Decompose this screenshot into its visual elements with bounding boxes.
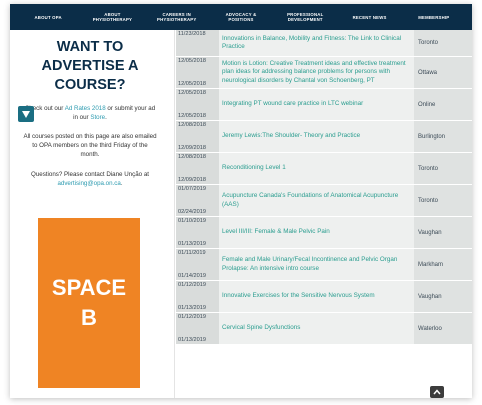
course-dates: 01/12/2019 01/13/2019: [176, 313, 219, 344]
course-dates: 12/08/2018 12/09/2018: [176, 153, 219, 184]
nav-item[interactable]: ABOUT PHYSIOTHERAPY: [86, 12, 138, 22]
course-title-link[interactable]: Motion is Lotion: Creative Treatment ide…: [219, 57, 414, 88]
contact-text-pre: Questions? Please contact Diane Unção at: [31, 171, 149, 178]
course-location: Vaughan: [414, 217, 472, 248]
course-title-link[interactable]: Integrating PT wound care practice in LT…: [219, 89, 414, 120]
contact-text: Questions? Please contact Diane Unção at…: [22, 170, 158, 188]
course-start-date: 12/08/2018: [178, 154, 206, 160]
nav-item[interactable]: ABOUT OPA: [22, 15, 74, 20]
course-row: 12/08/2018 12/09/2018 Jeremy Lewis:The Sho…: [176, 121, 472, 153]
rates-text-post: .: [105, 114, 107, 121]
contact-email-link[interactable]: advertising@opa.on.ca: [57, 180, 120, 187]
chevron-up-icon[interactable]: [430, 386, 444, 398]
course-start-date: 01/10/2019: [178, 218, 206, 224]
course-end-date: 01/13/2019: [178, 305, 206, 311]
nav-item[interactable]: CAREERS IN PHYSIOTHERAPY: [151, 12, 203, 22]
course-title-link[interactable]: Female and Male Urinary/Fecal Incontinen…: [219, 249, 414, 280]
course-dates: 12/05/2018 12/05/2018: [176, 89, 219, 120]
course-dates: 12/05/2018 12/05/2018: [176, 57, 219, 88]
course-start-date: 01/12/2019: [178, 314, 206, 320]
course-dates: 11/23/2018: [176, 30, 219, 56]
course-end-date: 02/24/2019: [178, 209, 206, 215]
store-link[interactable]: Store: [90, 114, 105, 121]
top-navigation: ABOUT OPA ABOUT PHYSIOTHERAPY CAREERS IN P…: [10, 4, 472, 30]
course-start-date: 12/05/2018: [178, 90, 206, 96]
email-note: All courses posted on this page are also…: [23, 133, 157, 158]
course-title-link[interactable]: Innovative Exercises for the Sensitive N…: [219, 281, 414, 312]
course-row: 11/23/2018 Innovations in Balance, Mobili…: [176, 30, 472, 57]
course-location: Ottawa: [414, 57, 472, 88]
course-row: 01/11/2019 01/14/2019 Female and Male Urin…: [176, 249, 472, 281]
ad-line-2: B: [81, 305, 97, 330]
course-dates: 12/08/2018 12/09/2018: [176, 121, 219, 152]
course-title-link[interactable]: Reconditioning Level 1: [219, 153, 414, 184]
course-location: Markham: [414, 249, 472, 280]
course-location: Waterloo: [414, 313, 472, 344]
ad-rates-link[interactable]: Ad Rates 2018: [65, 105, 106, 112]
course-location: Toronto: [414, 30, 472, 56]
course-row: 12/08/2018 12/09/2018 Reconditioning Level…: [176, 153, 472, 185]
course-location: Online: [414, 89, 472, 120]
course-dates: 01/07/2019 02/24/2019: [176, 185, 219, 216]
course-row: 01/10/2019 01/13/2019 Level III/III: Femal…: [176, 217, 472, 249]
course-location: Toronto: [414, 153, 472, 184]
nav-item[interactable]: ADVOCACY & POSITIONS: [215, 12, 267, 22]
course-row: 01/07/2019 02/24/2019 Acupuncture Canada's…: [176, 185, 472, 217]
course-title-link[interactable]: Acupuncture Canada's Foundations of Anat…: [219, 185, 414, 216]
course-end-date: 01/13/2019: [178, 337, 206, 343]
course-start-date: 01/11/2019: [178, 250, 206, 256]
space-b-ad[interactable]: SPACE B: [38, 218, 140, 388]
course-dates: 01/10/2019 01/13/2019: [176, 217, 219, 248]
teal-arrow-icon[interactable]: [18, 106, 34, 122]
course-end-date: 12/09/2018: [178, 145, 206, 151]
course-row: 12/05/2018 12/05/2018 Integrating PT wound…: [176, 89, 472, 121]
course-row: 01/12/2019 01/13/2019 Cervical Spine Dysfu…: [176, 313, 472, 345]
course-dates: 01/12/2019 01/13/2019: [176, 281, 219, 312]
course-end-date: 01/14/2019: [178, 273, 206, 279]
course-title-link[interactable]: Cervical Spine Dysfunctions: [219, 313, 414, 344]
course-start-date: 01/07/2019: [178, 186, 206, 192]
course-location: Toronto: [414, 185, 472, 216]
course-start-date: 01/12/2019: [178, 282, 206, 288]
course-start-date: 12/05/2018: [178, 58, 206, 64]
ad-rates-text: Check out our Ad Rates 2018 or submit yo…: [22, 104, 158, 122]
column-divider: [174, 30, 175, 398]
course-location: Vaughan: [414, 281, 472, 312]
course-end-date: 12/05/2018: [178, 113, 206, 119]
course-end-date: 12/09/2018: [178, 177, 206, 183]
contact-text-post: .: [120, 180, 123, 187]
course-start-date: 12/08/2018: [178, 122, 206, 128]
advertise-sidebar: WANT TO ADVERTISE A COURSE? Check out ou…: [10, 30, 170, 398]
course-end-date: 01/13/2019: [178, 241, 206, 247]
course-table: 11/23/2018 Innovations in Balance, Mobili…: [176, 30, 472, 345]
course-start-date: 11/23/2018: [178, 31, 206, 37]
course-end-date: 12/05/2018: [178, 81, 206, 87]
browser-frame: ABOUT OPA ABOUT PHYSIOTHERAPY CAREERS IN P…: [10, 4, 472, 398]
advertise-title: WANT TO ADVERTISE A COURSE?: [41, 39, 139, 93]
course-row: 12/05/2018 12/05/2018 Motion is Lotion: Cr…: [176, 57, 472, 89]
course-dates: 01/11/2019 01/14/2019: [176, 249, 219, 280]
nav-item[interactable]: PROFESSIONAL DEVELOPMENT: [279, 12, 331, 22]
course-title-link[interactable]: Level III/III: Female & Male Pelvic Pain: [219, 217, 414, 248]
ad-line-1: SPACE: [51, 275, 127, 300]
course-title-link[interactable]: Jeremy Lewis:The Shoulder- Theory and Pr…: [219, 121, 414, 152]
nav-item[interactable]: RECENT NEWS: [344, 15, 396, 20]
nav-item[interactable]: MEMBERSHIP: [408, 15, 460, 20]
course-location: Burlington: [414, 121, 472, 152]
course-row: 01/12/2019 01/13/2019 Innovative Exercises…: [176, 281, 472, 313]
course-title-link[interactable]: Innovations in Balance, Mobility and Fit…: [219, 30, 414, 56]
